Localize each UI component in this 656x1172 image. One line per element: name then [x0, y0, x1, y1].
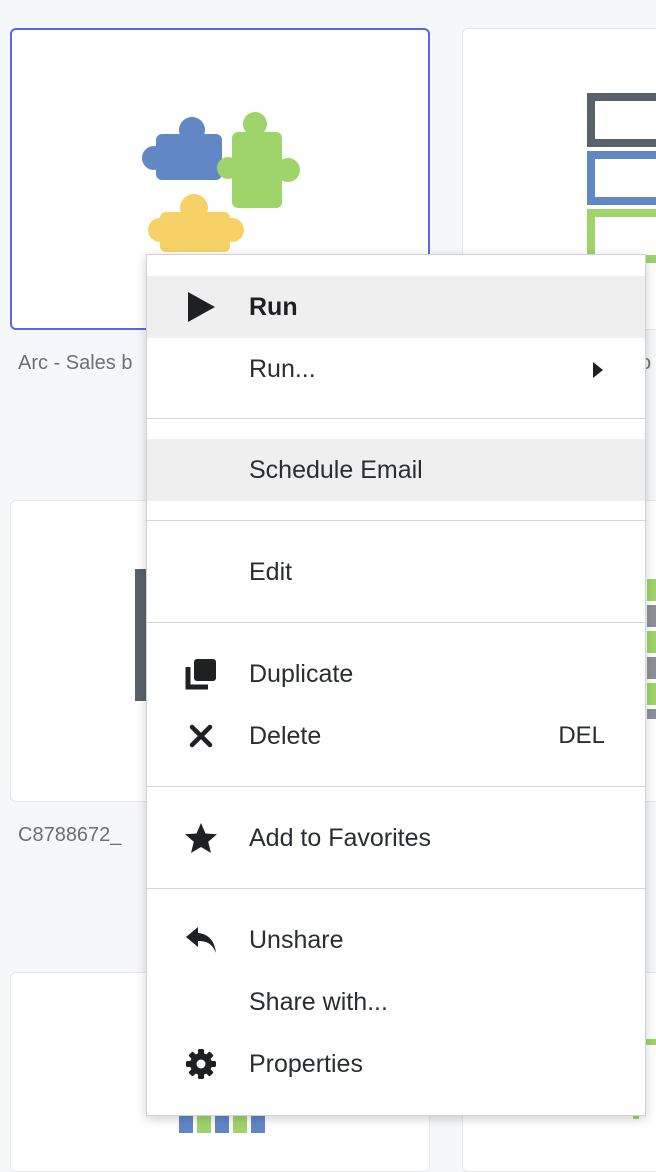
menu-item-unshare[interactable]: Unshare [147, 909, 645, 971]
menu-item-add-to-favorites-label: Add to Favorites [249, 824, 432, 852]
menu-item-run-label: Run [249, 293, 298, 321]
menu-item-edit[interactable]: Edit [147, 541, 645, 603]
menu-item-duplicate[interactable]: Duplicate [147, 643, 645, 705]
menu-item-delete-label: Delete [249, 722, 322, 750]
menu-item-schedule-email[interactable]: Schedule Email [147, 439, 645, 501]
menu-separator [147, 418, 645, 419]
chevron-right-icon [593, 362, 603, 378]
menu-item-unshare-label: Unshare [249, 926, 344, 954]
menu-item-run-submenu[interactable]: Run... [147, 338, 645, 400]
menu-item-delete[interactable]: Delete DEL [147, 705, 645, 767]
close-icon [181, 718, 221, 754]
reply-icon [181, 922, 221, 958]
star-icon [181, 820, 221, 856]
menu-item-duplicate-label: Duplicate [249, 660, 354, 688]
card-label-c8788672: C8788672_ [18, 824, 122, 846]
bar-thumbnail [647, 579, 656, 719]
duplicate-icon [181, 656, 221, 692]
gear-icon [181, 1046, 221, 1082]
puzzle-icon [142, 112, 300, 252]
menu-separator [147, 520, 645, 521]
bar-thumbnail-bottom [179, 1113, 269, 1133]
menu-item-properties-label: Properties [249, 1050, 363, 1078]
table-thumbnail-icon [587, 93, 656, 263]
menu-separator [147, 786, 645, 787]
menu-item-run-submenu-label: Run... [249, 355, 316, 383]
menu-item-properties[interactable]: Properties [147, 1033, 645, 1095]
menu-separator [147, 622, 645, 623]
menu-item-share-with-label: Share with... [249, 988, 388, 1016]
menu-item-add-to-favorites[interactable]: Add to Favorites [147, 807, 645, 869]
play-icon [181, 289, 221, 325]
menu-separator [147, 888, 645, 889]
menu-item-run[interactable]: Run [147, 276, 645, 338]
delete-shortcut: DEL [558, 722, 605, 749]
menu-item-edit-label: Edit [249, 558, 293, 586]
menu-item-share-with[interactable]: Share with... [147, 971, 645, 1033]
card-label-arc-sales: Arc - Sales b [18, 352, 133, 374]
menu-item-schedule-email-label: Schedule Email [249, 456, 423, 484]
context-menu: Run Run... Schedule Email Edit Duplicate… [146, 254, 646, 1116]
